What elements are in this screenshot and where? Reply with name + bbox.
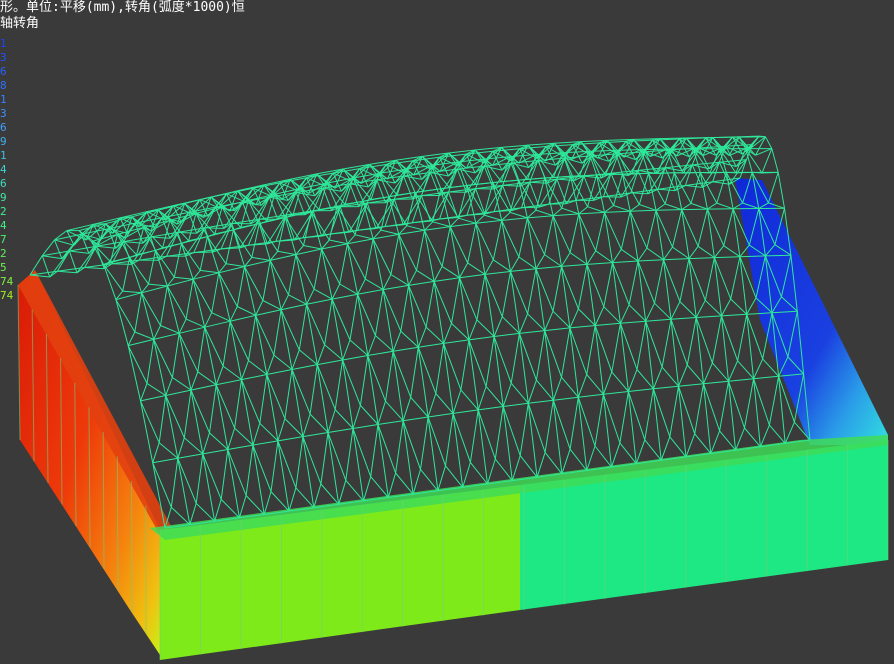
legend-label: 7 (0, 233, 7, 246)
legend-label: 6 (0, 177, 7, 190)
legend-label: 3 (0, 51, 7, 64)
legend-label: 6 (0, 65, 7, 78)
legend-label: 5 (0, 261, 7, 274)
legend-label: 4 (0, 163, 7, 176)
result-title-line2: 轴转角 (0, 16, 40, 31)
legend-label: 74 (0, 289, 14, 302)
model-viewport[interactable] (0, 0, 894, 664)
legend-label: 1 (0, 149, 7, 162)
legend-label: 2 (0, 205, 7, 218)
legend-label: 2 (0, 247, 7, 260)
legend-label: 4 (0, 219, 7, 232)
legend-label: 9 (0, 135, 7, 148)
legend-label: 3 (0, 107, 7, 120)
legend-label: 8 (0, 79, 7, 92)
result-title-line1: 形。单位:平移(mm),转角(弧度*1000)恒 (0, 0, 245, 15)
legend-label: 74 (0, 275, 14, 288)
legend-label: 6 (0, 121, 7, 134)
legend-label: 1 (0, 37, 7, 50)
legend-label: 9 (0, 191, 7, 204)
legend-label: 1 (0, 93, 7, 106)
